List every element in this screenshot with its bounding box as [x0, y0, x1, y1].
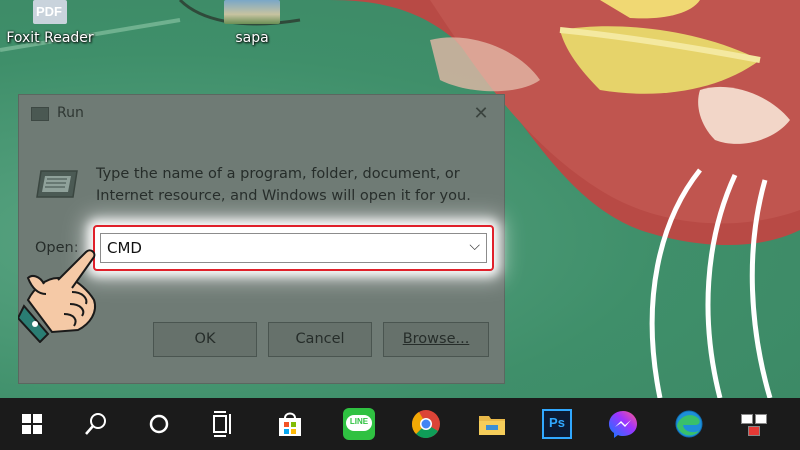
- desktop-icon-sapa[interactable]: sapa: [202, 0, 302, 52]
- chevron-down-icon[interactable]: ⌵: [469, 238, 480, 254]
- open-combobox-highlight: CMD ⌵: [93, 225, 494, 271]
- open-input-value: CMD: [107, 239, 142, 257]
- dialog-description: Type the name of a program, folder, docu…: [96, 166, 471, 204]
- taskbar: LINE Ps: [0, 398, 800, 450]
- open-input[interactable]: CMD ⌵: [100, 233, 487, 263]
- close-button[interactable]: ✕: [466, 101, 496, 127]
- run-program-icon: [36, 170, 78, 198]
- desktop-icon-label: sapa: [235, 30, 269, 46]
- dialog-title: Run: [57, 105, 84, 121]
- search-icon[interactable]: [78, 406, 114, 442]
- photoshop-icon[interactable]: Ps: [539, 406, 575, 442]
- ok-button[interactable]: OK: [153, 322, 257, 357]
- unikey-icon[interactable]: [738, 406, 774, 442]
- messenger-icon[interactable]: [605, 406, 641, 442]
- line-app-label: LINE: [349, 417, 369, 426]
- edge-icon[interactable]: [671, 406, 707, 442]
- windows-start-icon[interactable]: [14, 406, 50, 442]
- run-window-icon: [31, 107, 49, 121]
- chrome-icon[interactable]: [408, 406, 444, 442]
- desktop-icon-foxit-reader[interactable]: PDF Foxit Reader: [0, 0, 100, 52]
- image-thumbnail-icon: [224, 0, 280, 24]
- pointing-hand-icon: [18, 249, 96, 343]
- file-explorer-icon[interactable]: [474, 406, 510, 442]
- pdf-badge: PDF: [36, 4, 62, 19]
- browse-button[interactable]: Browse...: [383, 322, 489, 357]
- cancel-button[interactable]: Cancel: [268, 322, 372, 357]
- foxit-pdf-icon: PDF: [33, 0, 67, 24]
- line-app-icon[interactable]: LINE: [341, 406, 377, 442]
- browse-button-label: Browse...: [402, 331, 470, 347]
- microsoft-store-icon[interactable]: [272, 406, 308, 442]
- desktop-icon-label: Foxit Reader: [6, 30, 94, 46]
- photoshop-label: Ps: [549, 415, 565, 430]
- task-view-icon[interactable]: [205, 406, 241, 442]
- title-bar[interactable]: Run ✕: [19, 95, 504, 133]
- cortana-icon[interactable]: [141, 406, 177, 442]
